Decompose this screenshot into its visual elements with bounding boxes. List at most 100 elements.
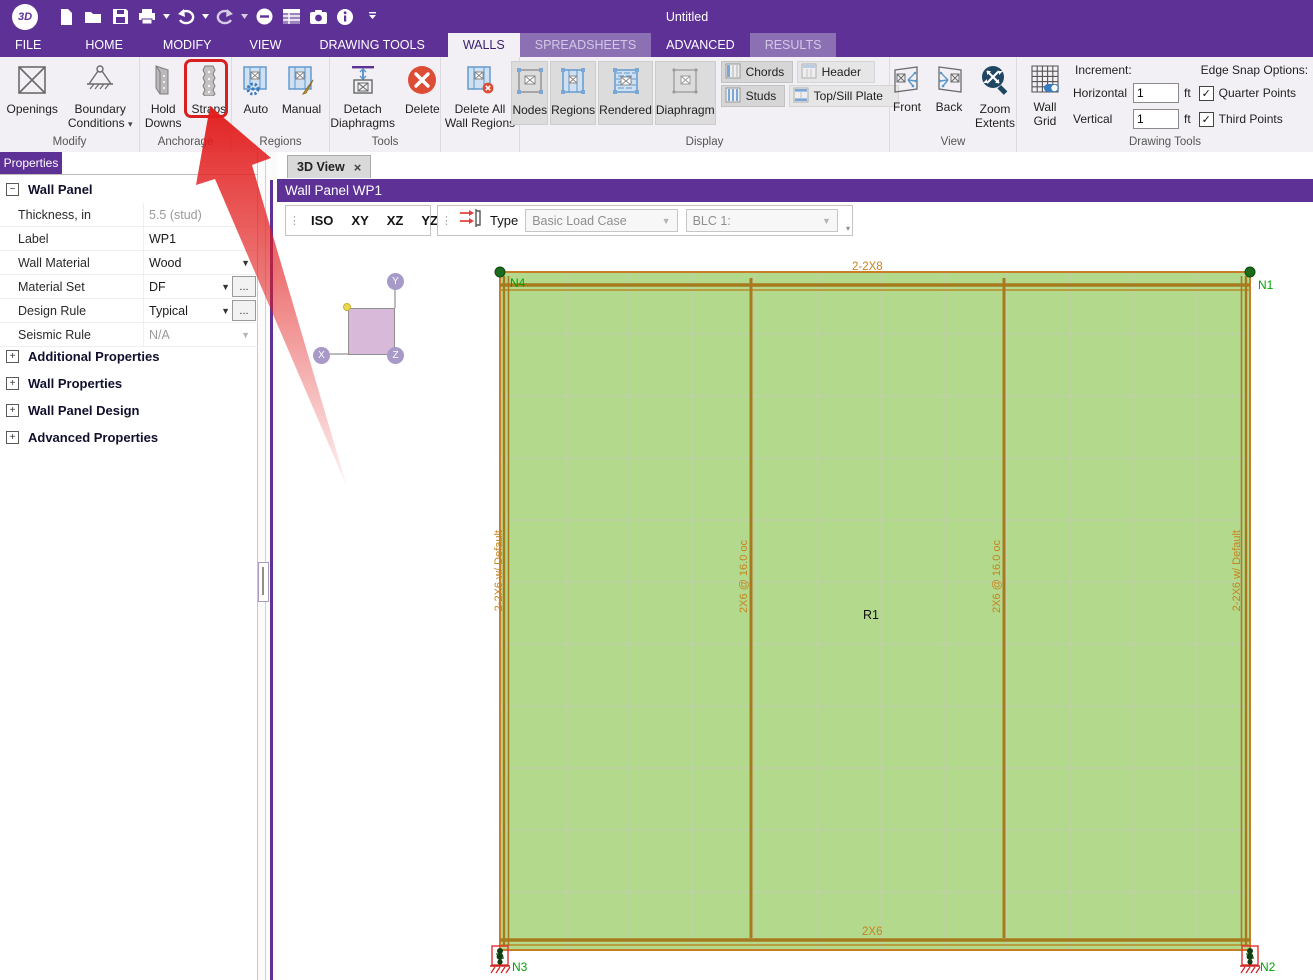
section-additional-properties[interactable]: + Additional Properties: [0, 349, 159, 364]
expand-icon[interactable]: +: [6, 350, 19, 363]
group-label-view: View: [890, 136, 1016, 152]
detach-diaphragms-label: Detach: [344, 103, 382, 117]
toolbar-overflow-icon[interactable]: [360, 5, 384, 29]
redo-icon[interactable]: [213, 5, 237, 29]
iso-view-button[interactable]: ISO: [302, 213, 342, 228]
blc-select[interactable]: BLC 1: ▼: [686, 209, 838, 232]
solve-minus-icon[interactable]: [252, 5, 276, 29]
section-advanced-properties[interactable]: + Advanced Properties: [0, 430, 158, 445]
horizontal-increment-input[interactable]: [1133, 83, 1179, 103]
design-rule-dropdown-caret[interactable]: ▼: [221, 306, 230, 316]
material-set-value[interactable]: DF: [149, 280, 166, 294]
wall-material-value[interactable]: Wood: [149, 256, 181, 270]
open-folder-icon[interactable]: [81, 5, 105, 29]
wall-grid-toggle[interactable]: Wall Grid: [1025, 61, 1065, 131]
camera-icon[interactable]: [306, 5, 330, 29]
quarter-points-checkbox[interactable]: ✓: [1199, 86, 1214, 101]
save-icon[interactable]: [108, 5, 132, 29]
wall-panel-section-title: Wall Panel: [28, 182, 93, 197]
detach-diaphragms-button[interactable]: Detach Diaphragms: [325, 61, 400, 133]
seismic-rule-label: Seismic Rule: [0, 328, 143, 342]
manual-regions-button[interactable]: Manual: [277, 61, 326, 120]
property-row-thickness: Thickness, in 5.5 (stud): [0, 203, 258, 227]
boundary-conditions-button[interactable]: Boundary Conditions ▾: [63, 61, 138, 133]
view-tab-3d[interactable]: 3D View ×: [287, 155, 371, 178]
view-toolbar-row: ⋮ ISO XY XZ YZ ▾ ⋮ Type Basic Load Case …: [277, 202, 1313, 241]
diaphragm-toggle-icon: [670, 66, 700, 99]
delete-all-wall-regions-button[interactable]: Delete All Wall Regions: [440, 61, 520, 133]
diaphragm-toggle[interactable]: Diaphragm: [655, 61, 716, 125]
print-dropdown-caret[interactable]: [162, 5, 171, 29]
close-tab-icon[interactable]: ×: [354, 160, 362, 175]
horizontal-label: Horizontal: [1073, 86, 1133, 100]
label-value[interactable]: WP1: [149, 232, 176, 246]
property-row-label: Label WP1: [0, 227, 258, 251]
expand-icon[interactable]: +: [6, 431, 19, 444]
rendered-toggle[interactable]: Rendered: [598, 61, 653, 125]
tab-modify[interactable]: MODIFY: [148, 33, 227, 57]
model-canvas[interactable]: Y X Z: [277, 240, 1313, 980]
tab-view[interactable]: VIEW: [235, 33, 297, 57]
design-rule-value[interactable]: Typical: [149, 304, 188, 318]
expand-icon[interactable]: +: [6, 377, 19, 390]
spreadsheet-icon[interactable]: [279, 5, 303, 29]
toolbar-overflow-caret[interactable]: ▾: [846, 224, 850, 233]
bottom-plate-label: 2X6: [862, 926, 882, 938]
tab-walls[interactable]: WALLS: [448, 33, 520, 57]
advanced-properties-title: Advanced Properties: [28, 430, 158, 445]
horizontal-unit: ft: [1184, 86, 1191, 100]
zoom-extents-button[interactable]: Zoom Extents: [970, 61, 1020, 133]
collapse-icon[interactable]: −: [6, 183, 19, 196]
regions-toggle[interactable]: Regions: [550, 61, 596, 125]
section-wall-panel-design[interactable]: + Wall Panel Design: [0, 403, 140, 418]
section-wall-properties[interactable]: + Wall Properties: [0, 376, 122, 391]
new-file-icon[interactable]: [54, 5, 78, 29]
tab-drawing-tools[interactable]: DRAWING TOOLS: [304, 33, 439, 57]
studs-toggle[interactable]: Studs: [721, 85, 785, 107]
vertical-increment-input[interactable]: [1133, 109, 1179, 129]
xz-view-button[interactable]: XZ: [378, 213, 413, 228]
toolbar-drag-handle[interactable]: ⋮: [289, 214, 298, 227]
material-set-more-button[interactable]: ...: [232, 276, 256, 297]
properties-tab[interactable]: Properties: [0, 152, 62, 174]
openings-button[interactable]: Openings: [2, 61, 63, 120]
tab-file[interactable]: FILE: [0, 33, 56, 57]
ribbon-group-regions: Auto Manual Regions: [232, 57, 330, 152]
delete-button[interactable]: Delete: [400, 61, 445, 120]
tab-results[interactable]: RESULTS: [750, 33, 837, 57]
hold-downs-button[interactable]: Hold Downs: [140, 61, 187, 133]
splitter-grip[interactable]: [258, 562, 269, 602]
material-set-dropdown-caret[interactable]: ▼: [221, 282, 230, 292]
xy-view-button[interactable]: XY: [342, 213, 377, 228]
back-button[interactable]: Back: [928, 61, 970, 118]
toolbar-drag-handle[interactable]: ⋮: [441, 214, 450, 227]
straps-button[interactable]: Straps: [187, 61, 232, 120]
wall-panel-drawing: [277, 240, 1313, 980]
redo-dropdown-caret[interactable]: [240, 5, 249, 29]
third-points-checkbox[interactable]: ✓: [1199, 112, 1214, 127]
wall-material-dropdown-caret[interactable]: ▼: [241, 258, 250, 268]
tab-spreadsheets[interactable]: SPREADSHEETS: [520, 33, 651, 57]
undo-icon[interactable]: [174, 5, 198, 29]
info-icon[interactable]: [333, 5, 357, 29]
wall-panel-section-header[interactable]: − Wall Panel: [0, 182, 93, 197]
view-pane: 3D View × Wall Panel WP1 ⋮ ISO XY XZ YZ …: [277, 152, 1313, 980]
third-points-label: Third Points: [1219, 112, 1283, 126]
expand-icon[interactable]: +: [6, 404, 19, 417]
tab-advanced[interactable]: ADVANCED: [651, 33, 750, 57]
panel-splitter[interactable]: [258, 152, 277, 980]
design-rule-more-button[interactable]: ...: [232, 300, 256, 321]
chords-toggle[interactable]: Chords: [721, 61, 793, 83]
undo-dropdown-caret[interactable]: [201, 5, 210, 29]
nodes-toggle[interactable]: Nodes: [511, 61, 548, 125]
chords-label: Chords: [746, 65, 785, 79]
header-toggle[interactable]: Header: [797, 61, 875, 83]
load-case-type-select[interactable]: Basic Load Case ▼: [525, 209, 677, 232]
print-icon[interactable]: [135, 5, 159, 29]
auto-regions-button[interactable]: Auto: [235, 61, 277, 120]
top-sill-plate-toggle[interactable]: Top/Sill Plate: [789, 85, 899, 107]
front-button[interactable]: Front: [886, 61, 928, 118]
view-tab-label: 3D View: [297, 160, 345, 174]
tab-home[interactable]: HOME: [70, 33, 138, 57]
group-label-wall-regions: [441, 136, 519, 152]
